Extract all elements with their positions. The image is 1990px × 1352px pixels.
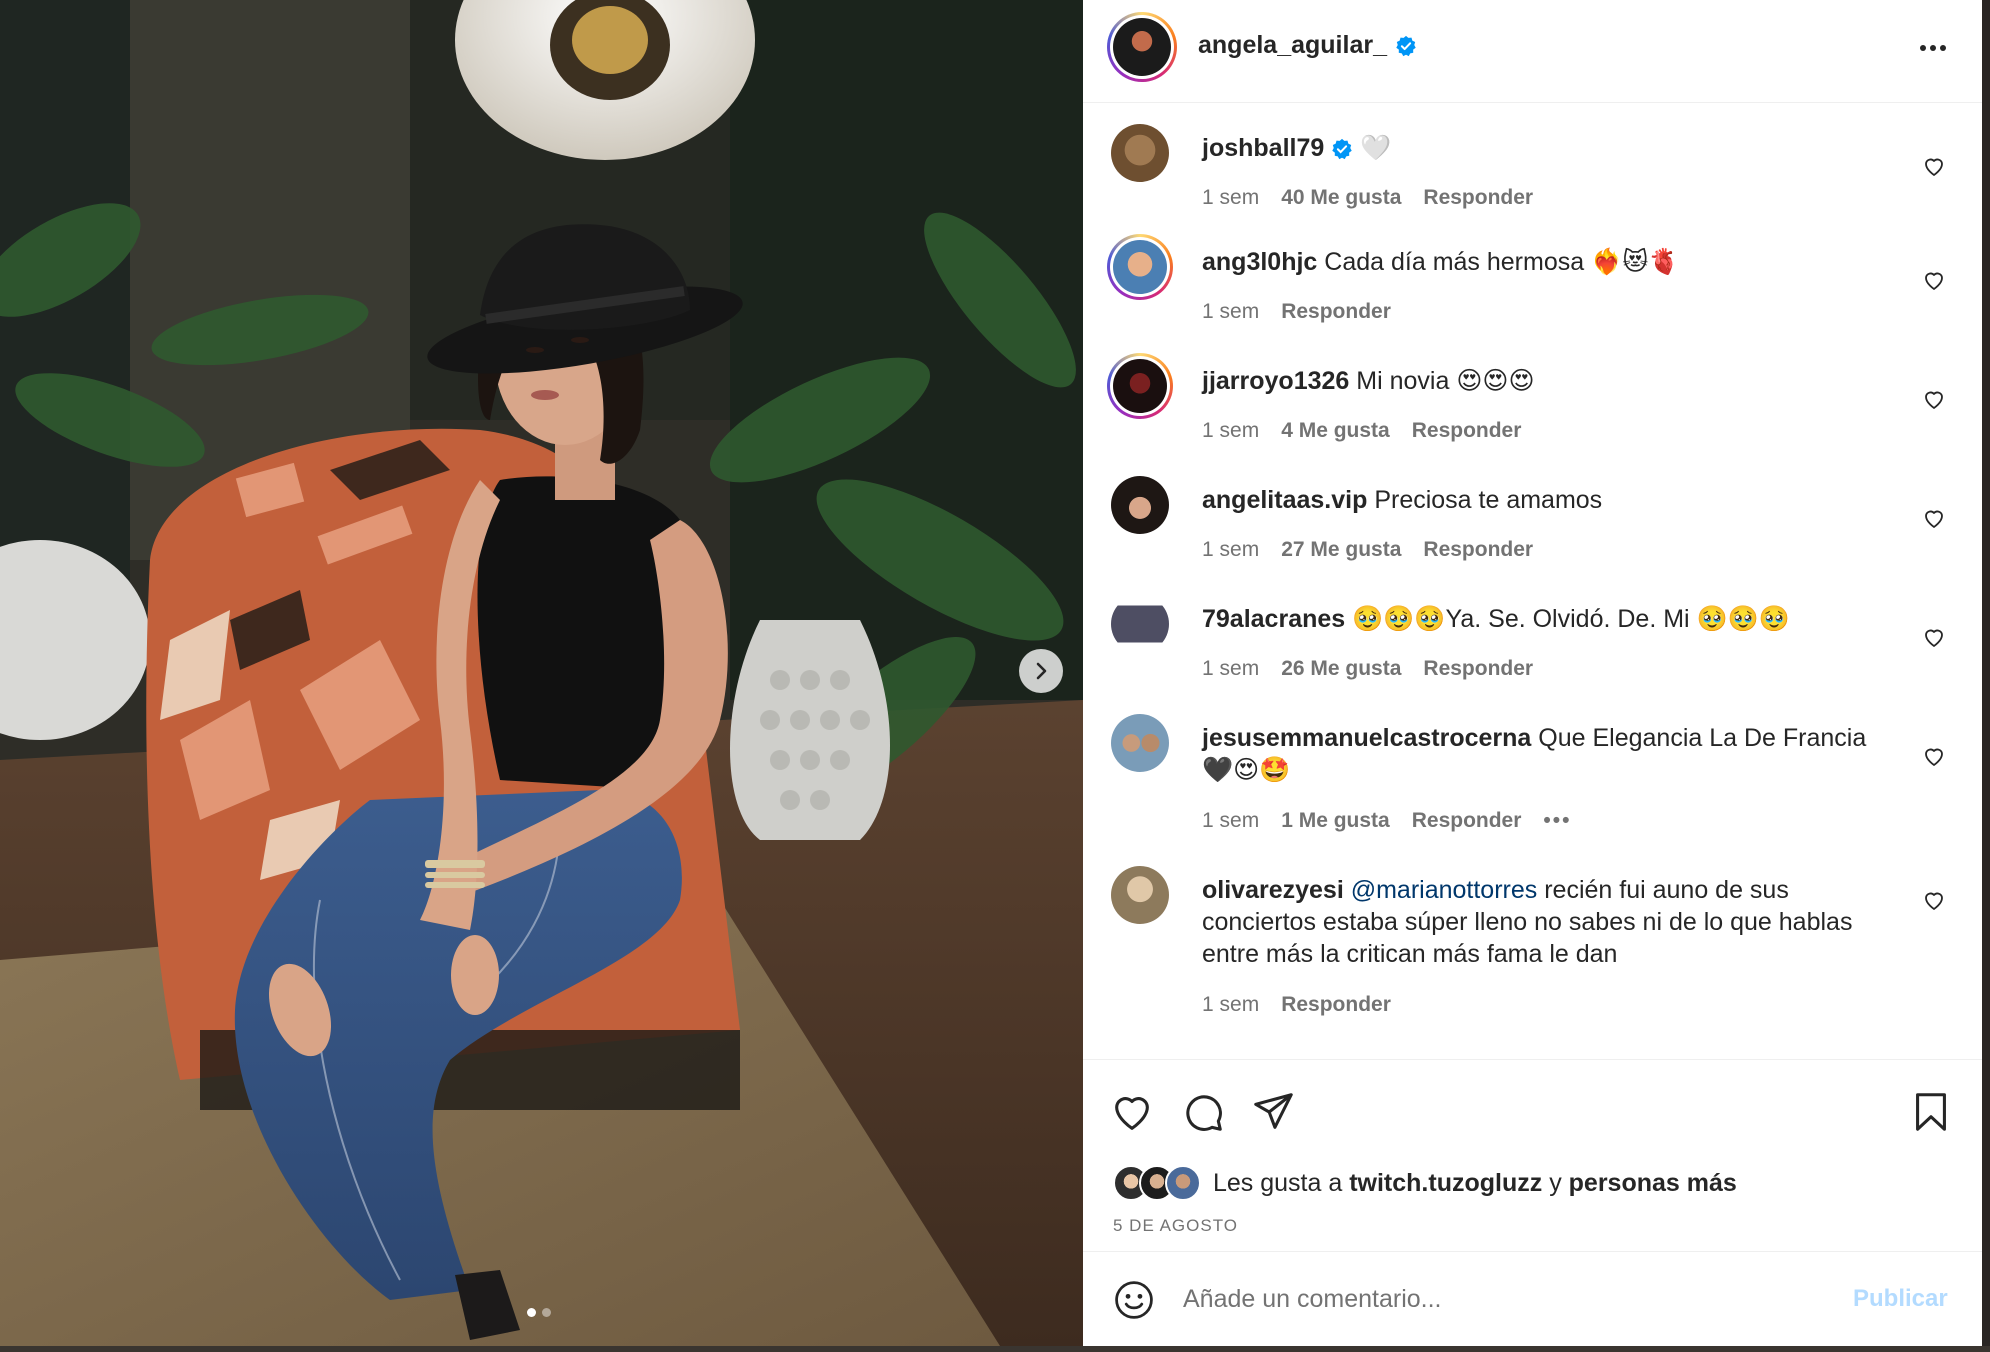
commenter-avatar[interactable] (1111, 476, 1169, 534)
comment-mention-link[interactable]: @marianottorres (1351, 876, 1538, 904)
bookmark-icon[interactable] (1908, 1089, 1954, 1135)
commenter-username[interactable]: joshball79 (1202, 134, 1324, 162)
commenter-avatar[interactable] (1111, 866, 1169, 924)
comment-body: angelitaas.vip Preciosa te amamos (1202, 484, 1902, 516)
comment-body: joshball79 🤍 (1202, 132, 1902, 164)
commenter-username[interactable]: jesusemmanuelcastrocerna (1202, 724, 1531, 752)
comment-meta: 1 sem 26 Me gusta Responder (1202, 657, 1533, 681)
comment-meta: 1 sem 27 Me gusta Responder (1202, 538, 1533, 562)
verified-badge-icon (1332, 139, 1352, 160)
commenter-avatar[interactable] (1107, 353, 1173, 419)
reply-button[interactable]: Responder (1412, 419, 1522, 443)
carousel-indicator (527, 1308, 551, 1317)
comment-input[interactable] (1183, 1274, 1823, 1324)
commenter-avatar[interactable] (1111, 595, 1169, 653)
liker-avatars[interactable] (1113, 1163, 1208, 1203)
comments-list[interactable]: joshball79 🤍 1 sem 40 Me gusta Responder… (1083, 104, 1982, 1059)
comment-likes[interactable]: 1 Me gusta (1281, 809, 1390, 833)
comment-body: ang3l0hjc Cada día más hermosa ❤️‍🔥😻🫀 (1202, 246, 1902, 278)
heart-icon[interactable] (1922, 744, 1946, 768)
carousel-dot-2 (542, 1308, 551, 1317)
comment-time: 1 sem (1202, 300, 1260, 323)
comment-icon[interactable] (1180, 1089, 1226, 1135)
heart-icon[interactable] (1109, 1089, 1155, 1135)
commenter-username[interactable]: olivarezyesi (1202, 876, 1344, 904)
heart-icon[interactable] (1922, 888, 1946, 912)
page-background-bottom (0, 1346, 1990, 1352)
liker-avatar (1165, 1165, 1201, 1201)
emoji-icon[interactable] (1112, 1278, 1156, 1322)
comment-meta: 1 sem Responder (1202, 300, 1391, 324)
comment-text: 🤍 (1360, 134, 1392, 162)
carousel-next-button[interactable] (1019, 649, 1063, 693)
comment-time: 1 sem (1202, 419, 1260, 442)
chevron-right-icon (1036, 662, 1047, 680)
verified-badge-icon (1396, 35, 1416, 57)
likes-prefix: Les gusta a (1213, 1169, 1343, 1197)
comment-text: Preciosa te amamos (1374, 486, 1603, 514)
heart-icon[interactable] (1922, 387, 1946, 411)
comment-body: olivarezyesi @marianottorres recién fui … (1202, 874, 1902, 970)
comment-meta: 1 sem Responder (1202, 993, 1391, 1017)
commenter-username[interactable]: 79alacranes (1202, 605, 1345, 633)
comment-time: 1 sem (1202, 993, 1260, 1016)
post-details-panel: angela_aguilar_ joshball79 🤍 1 sem 40 Me… (1083, 0, 1982, 1346)
comment-text: Mi novia 😍😍😍 (1356, 367, 1535, 395)
comment-time: 1 sem (1202, 809, 1260, 832)
publish-button[interactable]: Publicar (1853, 1285, 1948, 1313)
send-icon[interactable] (1250, 1089, 1296, 1135)
comment-body: 79alacranes 🥹🥹🥹Ya. Se. Olvidó. De. Mi 🥹🥹… (1202, 603, 1902, 635)
comment-time: 1 sem (1202, 538, 1260, 561)
post-header: angela_aguilar_ (1083, 0, 1982, 103)
author-username[interactable]: angela_aguilar_ (1198, 31, 1387, 60)
heart-icon[interactable] (1922, 154, 1946, 178)
post-photo[interactable] (0, 0, 1083, 1346)
commenter-username[interactable]: jjarroyo1326 (1202, 367, 1349, 395)
comment-time: 1 sem (1202, 186, 1260, 209)
likes-others-link[interactable]: personas más (1569, 1169, 1737, 1197)
post-date[interactable]: 5 DE AGOSTO (1113, 1216, 1238, 1236)
reply-button[interactable]: Responder (1423, 657, 1533, 681)
comment-text: 🥹🥹🥹Ya. Se. Olvidó. De. Mi 🥹🥹🥹 (1352, 605, 1790, 633)
reply-button[interactable]: Responder (1412, 809, 1522, 833)
instagram-post-modal: angela_aguilar_ joshball79 🤍 1 sem 40 Me… (0, 0, 1990, 1352)
commenter-avatar[interactable] (1111, 714, 1169, 772)
heart-icon[interactable] (1922, 506, 1946, 530)
comment-body: jjarroyo1326 Mi novia 😍😍😍 (1202, 365, 1902, 397)
page-background-right (1982, 0, 1990, 1352)
author-avatar[interactable] (1107, 12, 1177, 82)
commenter-avatar[interactable] (1107, 234, 1173, 300)
comment-likes[interactable]: 4 Me gusta (1281, 419, 1390, 443)
comment-meta: 1 sem 40 Me gusta Responder (1202, 186, 1533, 210)
comment-text: Cada día más hermosa ❤️‍🔥😻🫀 (1324, 248, 1680, 276)
comment-meta: 1 sem 4 Me gusta Responder (1202, 419, 1521, 443)
post-actions: Les gusta a twitch.tuzogluzz y personas … (1083, 1059, 1982, 1251)
commenter-username[interactable]: ang3l0hjc (1202, 248, 1317, 276)
likes-conjunction: y (1549, 1169, 1562, 1197)
comment-likes[interactable]: 40 Me gusta (1281, 186, 1401, 210)
comment-meta: 1 sem 1 Me gusta Responder ••• (1202, 809, 1571, 833)
comment-composer: Publicar (1083, 1251, 1982, 1346)
more-horizontal-icon[interactable] (1913, 36, 1953, 60)
comment-body: jesusemmanuelcastrocerna Que Elegancia L… (1202, 722, 1902, 786)
commenter-username[interactable]: angelitaas.vip (1202, 486, 1367, 514)
photo-illustration (0, 0, 1083, 1346)
comment-likes[interactable]: 27 Me gusta (1281, 538, 1401, 562)
reply-button[interactable]: Responder (1423, 186, 1533, 210)
carousel-dot-1 (527, 1308, 536, 1317)
reply-button[interactable]: Responder (1281, 993, 1391, 1017)
heart-icon[interactable] (1922, 268, 1946, 292)
likes-text: Les gusta a twitch.tuzogluzz y personas … (1213, 1169, 1737, 1198)
comment-likes[interactable]: 26 Me gusta (1281, 657, 1401, 681)
comment-options-button[interactable]: ••• (1543, 809, 1571, 833)
reply-button[interactable]: Responder (1423, 538, 1533, 562)
comment-time: 1 sem (1202, 657, 1260, 680)
heart-icon[interactable] (1922, 625, 1946, 649)
likes-user-link[interactable]: twitch.tuzogluzz (1349, 1169, 1542, 1197)
reply-button[interactable]: Responder (1281, 300, 1391, 324)
commenter-avatar[interactable] (1111, 124, 1169, 182)
